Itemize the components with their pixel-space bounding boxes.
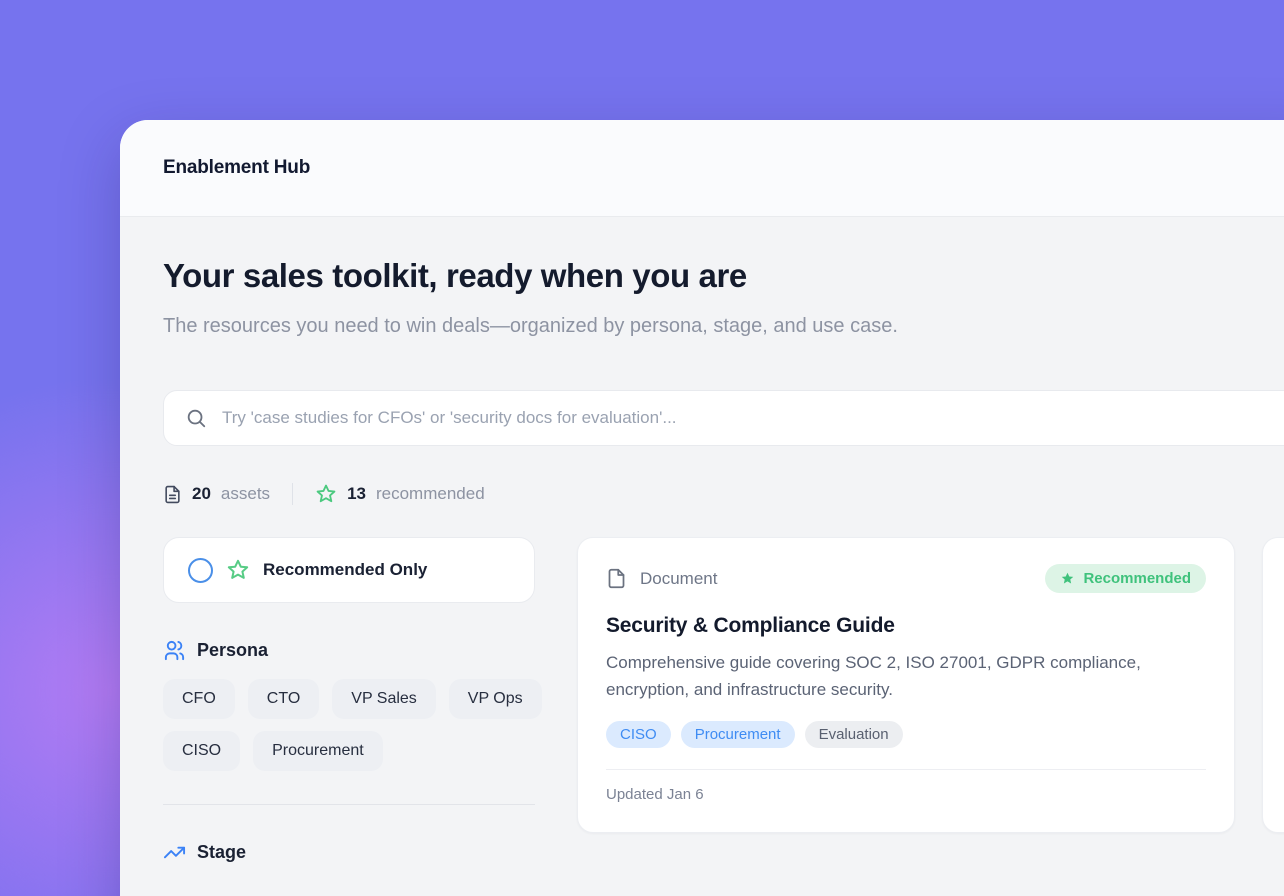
users-icon [163, 639, 186, 662]
main-panel: Enablement Hub Your sales toolkit, ready… [120, 120, 1284, 896]
radio-circle-icon[interactable] [188, 558, 213, 583]
persona-chip-vp-sales[interactable]: VP Sales [332, 679, 436, 719]
persona-chip-row: CISO Procurement [163, 731, 535, 771]
assets-count: 20 [192, 484, 211, 504]
filters-sidebar: Recommended Only Persona CFO CTO VP Sale… [163, 537, 535, 864]
page-subtitle: The resources you need to win deals—orga… [163, 310, 983, 342]
search-icon [185, 407, 207, 429]
app-header: Enablement Hub [120, 120, 1284, 217]
persona-chip-row: CFO CTO VP Sales VP Ops [163, 679, 535, 719]
search-input[interactable] [222, 408, 1284, 428]
tag-evaluation: Evaluation [805, 721, 903, 748]
stage-title: Stage [197, 842, 246, 863]
recommended-only-label: Recommended Only [263, 560, 427, 580]
persona-chip-procurement[interactable]: Procurement [253, 731, 383, 771]
persona-chip-vp-ops[interactable]: VP Ops [449, 679, 542, 719]
persona-title: Persona [197, 640, 268, 661]
recommended-badge: Recommended [1045, 564, 1206, 593]
stats-row: 20 assets 13 recommended [163, 483, 1284, 505]
trending-up-icon [163, 841, 186, 864]
recommended-badge-label: Recommended [1083, 570, 1191, 587]
file-text-icon [163, 484, 182, 505]
card-title: Security & Compliance Guide [606, 614, 1206, 638]
page-content: Your sales toolkit, ready when you are T… [120, 217, 1284, 864]
card-type: Document [606, 566, 717, 591]
card-description: Comprehensive guide covering SOC 2, ISO … [606, 650, 1206, 703]
tag-ciso: CISO [606, 721, 671, 748]
filters-divider [163, 804, 535, 805]
stats-divider [292, 483, 293, 505]
assets-label: assets [221, 484, 270, 504]
persona-chip-cfo[interactable]: CFO [163, 679, 235, 719]
recommended-only-toggle[interactable]: Recommended Only [163, 537, 535, 603]
asset-card-partial[interactable] [1262, 537, 1284, 833]
star-icon [226, 558, 250, 582]
assets-stat: 20 assets [163, 484, 270, 505]
star-icon [315, 483, 337, 505]
persona-chip-ciso[interactable]: CISO [163, 731, 240, 771]
card-updated: Updated Jan 6 [606, 786, 1206, 803]
search-bar[interactable] [163, 390, 1284, 446]
recommended-stat: 13 recommended [315, 483, 485, 505]
card-top-row: Document Recommended [606, 564, 1206, 593]
file-icon [606, 566, 627, 591]
main-row: Recommended Only Persona CFO CTO VP Sale… [163, 537, 1284, 864]
app-title: Enablement Hub [163, 157, 310, 179]
star-filled-icon [1060, 571, 1075, 586]
asset-card-security-compliance-guide[interactable]: Document Recommended Security & Complian… [577, 537, 1235, 833]
tag-procurement: Procurement [681, 721, 795, 748]
card-type-label: Document [640, 569, 717, 589]
page-title: Your sales toolkit, ready when you are [163, 257, 1284, 295]
recommended-count: 13 [347, 484, 366, 504]
persona-chip-cto[interactable]: CTO [248, 679, 319, 719]
stage-section-header: Stage [163, 841, 535, 864]
recommended-label: recommended [376, 484, 485, 504]
card-tag-row: CISO Procurement Evaluation [606, 721, 1206, 748]
card-divider [606, 769, 1206, 770]
persona-section-header: Persona [163, 639, 535, 662]
